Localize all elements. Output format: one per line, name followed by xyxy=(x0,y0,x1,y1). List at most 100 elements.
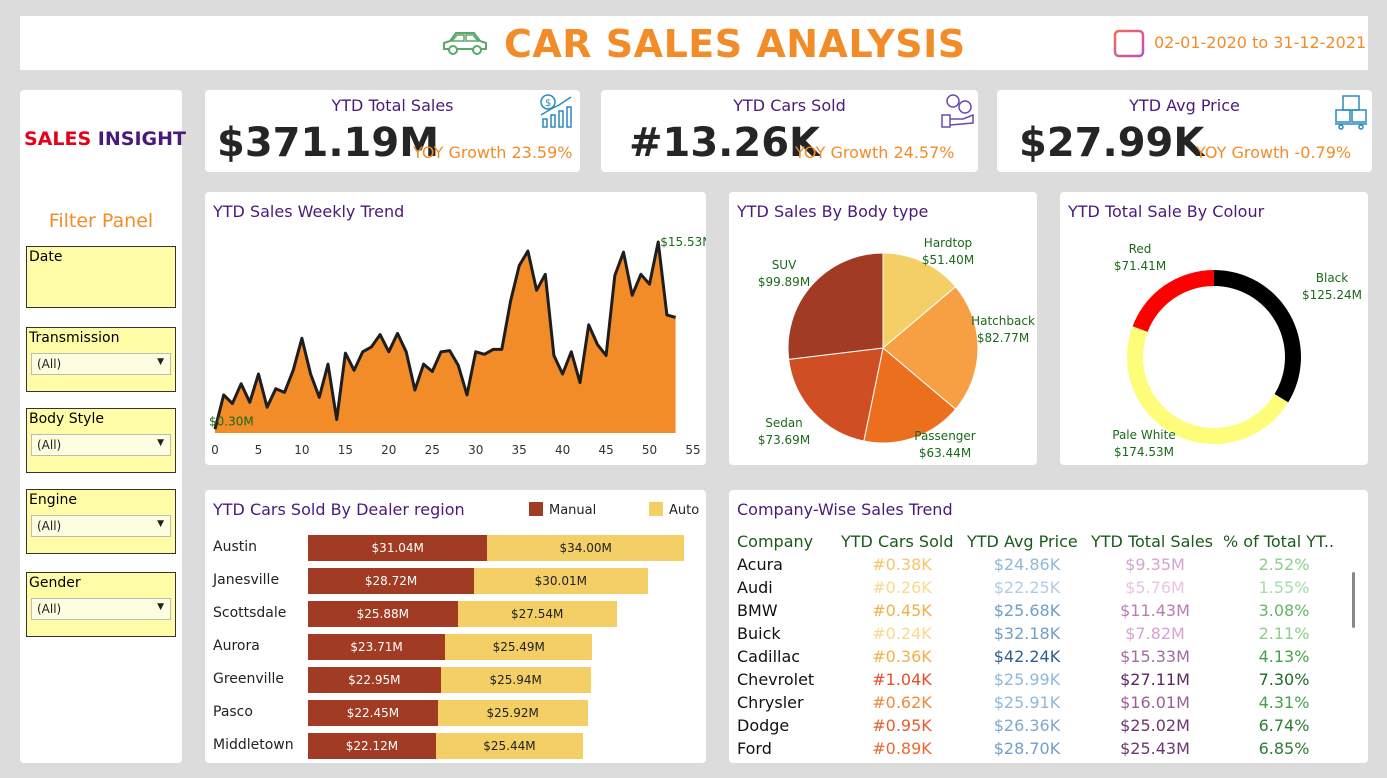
bar-manual[interactable]: $22.45M xyxy=(308,700,438,726)
cell-cars-sold: #0.36K xyxy=(872,647,932,666)
bar-manual[interactable]: $31.04M xyxy=(308,535,488,561)
legend-swatch-manual xyxy=(529,502,543,516)
donut-slice-pale-white xyxy=(1127,326,1289,444)
colour-donut-chart: Black $125.24M Pale White $174.53M Red $71.41… xyxy=(1112,242,1362,459)
filter-gender-label: Gender xyxy=(29,575,81,591)
filter-date[interactable]: Date xyxy=(26,246,176,308)
transmission-dropdown[interactable]: (All) ▼ xyxy=(31,353,171,375)
cell-company: Buick xyxy=(737,624,781,643)
gender-dropdown[interactable]: (All) ▼ xyxy=(31,598,171,620)
kpi-value: $27.99K xyxy=(1019,120,1205,166)
kpi-avg-price: YTD Avg Price $27.99K YOY Growth -0.79% xyxy=(997,90,1372,172)
table-body: Acura #0.38K $24.86K $9.35M 2.52% Audi #0.26K $… xyxy=(735,553,1347,760)
transmission-value: (All) xyxy=(37,357,62,371)
table-row[interactable]: Buick #0.24K $32.18K $7.82M 2.11% xyxy=(735,622,1347,645)
sales-growth-icon: $ xyxy=(540,94,572,128)
cell-avg-price: $32.18K xyxy=(993,624,1061,643)
col-percent-total[interactable]: % of Total YT.. xyxy=(1221,530,1347,553)
table-row[interactable]: Ford #0.89K $28.70K $25.43M 6.85% xyxy=(735,737,1347,760)
cell-avg-price: $25.99K xyxy=(993,670,1061,689)
table-row[interactable]: Chevrolet #1.04K $25.99K $27.11M 7.30% xyxy=(735,668,1347,691)
sidebar: SALES INSIGHT Filter Panel Date Transmis… xyxy=(20,90,186,763)
bar-manual[interactable]: $28.72M xyxy=(308,568,475,594)
bar-auto[interactable]: $25.92M xyxy=(437,700,588,726)
legend-manual: Manual xyxy=(529,502,596,518)
cell-total-sales: $25.02M xyxy=(1120,716,1190,735)
cell-cars-sold: #1.04K xyxy=(872,670,932,689)
slice-label: Hardtop xyxy=(924,236,972,250)
region-label: Austin xyxy=(213,539,257,555)
x-tick-label: 20 xyxy=(381,443,396,457)
x-tick-label: 0 xyxy=(211,443,219,457)
x-tick-label: 10 xyxy=(294,443,309,457)
filter-body-style-label: Body Style xyxy=(29,411,104,427)
table-scrollbar[interactable] xyxy=(1352,572,1355,628)
date-range-label: 02-01-2020 to 31-12-2021 xyxy=(1154,33,1367,52)
col-total-sales[interactable]: YTD Total Sales xyxy=(1089,530,1221,553)
x-tick-label: 15 xyxy=(338,443,353,457)
region-label: Janesville xyxy=(213,572,280,588)
cell-percent: 1.55% xyxy=(1258,578,1310,597)
cell-cars-sold: #0.89K xyxy=(872,739,932,758)
cell-company: BMW xyxy=(737,601,778,620)
slice-value: $82.77M xyxy=(977,331,1029,345)
engine-value: (All) xyxy=(37,519,62,533)
col-cars-sold[interactable]: YTD Cars Sold xyxy=(839,530,965,553)
table-row[interactable]: Cadillac #0.36K $42.24K $15.33M 4.13% xyxy=(735,645,1347,668)
table-row[interactable]: Dodge #0.95K $26.36K $25.02M 6.74% xyxy=(735,714,1347,737)
col-company[interactable]: Company xyxy=(735,530,839,553)
cell-total-sales: $11.43M xyxy=(1120,601,1190,620)
bar-manual[interactable]: $25.88M xyxy=(308,601,458,627)
cell-avg-price: $25.68K xyxy=(993,601,1061,620)
slice-value: $125.24M xyxy=(1302,288,1362,302)
company-table-title: Company-Wise Sales Trend xyxy=(737,500,953,519)
company-table-card: Company-Wise Sales Trend Company YTD Car… xyxy=(729,490,1368,763)
cell-avg-price: $22.25K xyxy=(993,578,1061,597)
filter-engine: Engine (All) ▼ xyxy=(26,489,176,554)
car-icon xyxy=(443,32,487,55)
table-row[interactable]: BMW #0.45K $25.68K $11.43M 3.08% xyxy=(735,599,1347,622)
table-row[interactable]: Chrysler #0.62K $25.91K $16.01M 4.31% xyxy=(735,691,1347,714)
body-type-pie-chart: Hardtop $51.40M Hatchback $82.77M Passenger $… xyxy=(758,236,1035,460)
body-style-dropdown[interactable]: (All) ▼ xyxy=(31,434,171,456)
bar-row: Pasco $22.45M $25.92M xyxy=(205,700,706,726)
slice-label: Passenger xyxy=(914,429,976,443)
bar-manual[interactable]: $23.71M xyxy=(308,634,446,660)
col-avg-price[interactable]: YTD Avg Price xyxy=(965,530,1089,553)
data-label-max: $15.53M xyxy=(660,235,706,249)
engine-dropdown[interactable]: (All) ▼ xyxy=(31,515,171,537)
cell-cars-sold: #0.24K xyxy=(872,624,932,643)
table-row[interactable]: Acura #0.38K $24.86K $9.35M 2.52% xyxy=(735,553,1347,576)
body-type-card: YTD Sales By Body type Hardtop $51.40M Hat… xyxy=(729,192,1037,465)
cell-company: Ford xyxy=(737,739,772,758)
bar-row: Scottsdale $25.88M $27.54M xyxy=(205,601,706,627)
kpi-title: YTD Total Sales xyxy=(331,96,454,115)
bar-manual[interactable]: $22.12M xyxy=(308,733,436,759)
cell-total-sales: $9.35M xyxy=(1125,555,1185,574)
filter-transmission-label: Transmission xyxy=(29,330,120,346)
kpi-growth: YOY Growth 23.59% xyxy=(413,143,573,162)
bar-auto[interactable]: $34.00M xyxy=(487,535,684,561)
legend-auto-label: Auto xyxy=(669,503,700,518)
colour-card: YTD Total Sale By Colour Black $125.24M Pa… xyxy=(1060,192,1368,465)
x-tick-label: 5 xyxy=(255,443,263,457)
bar-auto[interactable]: $25.49M xyxy=(445,634,593,660)
cell-percent: 6.85% xyxy=(1258,739,1310,758)
kpi-cars-sold: YTD Cars Sold #13.26K YOY Growth 24.57% xyxy=(601,90,978,172)
bar-auto[interactable]: $25.44M xyxy=(435,733,583,759)
slice-label: SUV xyxy=(772,258,797,272)
cell-total-sales: $16.01M xyxy=(1120,693,1190,712)
table-row[interactable]: Audi #0.26K $22.25K $5.76M 1.55% xyxy=(735,576,1347,599)
cell-percent: 2.52% xyxy=(1258,555,1310,574)
slice-value: $63.44M xyxy=(919,446,971,460)
bar-auto[interactable]: $27.54M xyxy=(457,601,617,627)
filter-body-style: Body Style (All) ▼ xyxy=(26,408,176,473)
bar-manual[interactable]: $22.95M xyxy=(308,667,441,693)
region-label: Pasco xyxy=(213,704,253,720)
bar-auto[interactable]: $30.01M xyxy=(474,568,648,594)
legend-swatch-auto xyxy=(649,502,663,516)
kpi-title: YTD Cars Sold xyxy=(733,96,846,115)
bar-auto[interactable]: $25.94M xyxy=(440,667,591,693)
x-tick-label: 25 xyxy=(425,443,440,457)
cell-percent: 4.31% xyxy=(1258,693,1310,712)
